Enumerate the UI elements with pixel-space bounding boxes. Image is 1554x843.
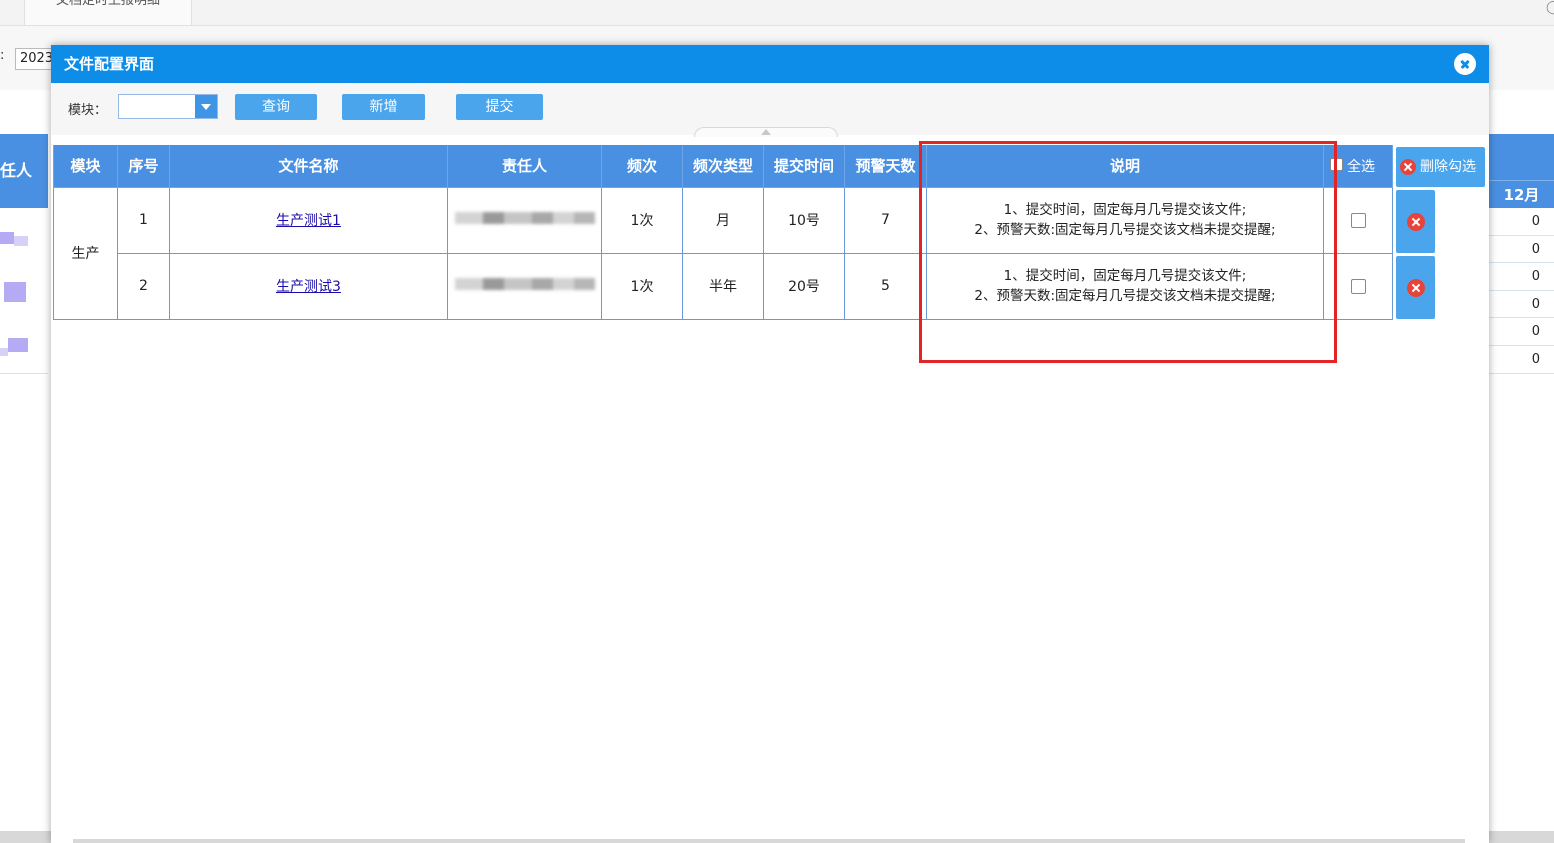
- file-name-link[interactable]: 生产测试1: [276, 213, 341, 229]
- frequency-type-cell: 月: [682, 186, 764, 254]
- delete-selected-button[interactable]: 删除勾选: [1396, 147, 1485, 187]
- row-delete-button[interactable]: [1396, 190, 1435, 253]
- blurred-cell: [14, 236, 28, 246]
- month-value: 0: [1489, 208, 1554, 236]
- column-header-frequency: 频次: [601, 145, 683, 188]
- file-name-cell: 生产测试3: [169, 252, 448, 320]
- dialog-title-bar: 文件配置界面: [51, 45, 1489, 83]
- month-header-december: 12月: [1489, 180, 1554, 208]
- table-row: 生产 1 生产测试1 1次 月 10号 7 1、提交时间，固定每月几号提交该文件…: [53, 186, 1393, 320]
- add-button[interactable]: 新增: [342, 94, 425, 120]
- column-header-description: 说明: [926, 145, 1324, 188]
- delete-icon: [1407, 213, 1425, 231]
- background-column-header-months: 12月: [1489, 134, 1554, 208]
- frequency-cell: 1次: [601, 186, 683, 254]
- dialog-scrollbar[interactable]: [73, 839, 1465, 843]
- submit-time-cell: 10号: [763, 186, 845, 254]
- blurred-cell: [0, 348, 8, 356]
- description-line: 1、提交时间，固定每月几号提交该文件;: [1003, 202, 1247, 218]
- description-line: 1、提交时间，固定每月几号提交该文件;: [1003, 268, 1247, 284]
- background-header-text: 任人: [0, 161, 33, 180]
- blurred-owner-name: [454, 212, 595, 224]
- query-button[interactable]: 查询: [235, 94, 317, 120]
- description-line: 2、预警天数:固定每月几号提交该文档未提交提醒;: [974, 222, 1276, 238]
- tab-document-report-detail[interactable]: 文档定时上报明细: [24, 0, 192, 26]
- close-icon[interactable]: [1454, 53, 1476, 75]
- column-header-frequency-type: 频次类型: [682, 145, 764, 188]
- row-checkbox[interactable]: [1350, 212, 1366, 228]
- row-checkbox-cell: [1323, 252, 1393, 320]
- blurred-cell: [8, 338, 28, 352]
- month-value: 0: [1489, 318, 1554, 346]
- owner-cell: [447, 252, 602, 320]
- owner-cell: [447, 186, 602, 254]
- frequency-cell: 1次: [601, 252, 683, 320]
- year-label: :: [0, 48, 5, 63]
- index-cell: 1: [117, 186, 170, 254]
- blurred-owner-name: [454, 278, 595, 290]
- blurred-cell: [0, 232, 14, 244]
- row-checkbox[interactable]: [1350, 278, 1366, 294]
- file-name-link[interactable]: 生产测试3: [276, 279, 341, 295]
- description-line: 2、预警天数:固定每月几号提交该文档未提交提醒;: [974, 288, 1276, 304]
- column-header-index: 序号: [117, 145, 170, 188]
- background-right-values: 0 0 0 0 0 0: [1489, 208, 1554, 374]
- row-checkbox-cell: [1323, 186, 1393, 254]
- submit-time-cell: 20号: [763, 252, 845, 320]
- description-cell: 1、提交时间，固定每月几号提交该文件; 2、预警天数:固定每月几号提交该文档未提…: [926, 252, 1324, 320]
- dialog-title: 文件配置界面: [64, 55, 155, 73]
- month-value: 0: [1489, 346, 1554, 374]
- column-header-module: 模块: [53, 145, 118, 188]
- file-config-table: 模块 序号 文件名称 责任人 频次 频次类型 提交时间 预警天数 说明 全选 生…: [53, 145, 1393, 320]
- file-config-dialog: 文件配置界面 模块： 查询 新增 提交 模块 序号 文件名称 责任人 频次 频次…: [51, 45, 1489, 843]
- background-column-header-owner: 任人: [0, 134, 48, 208]
- warning-days-cell: 7: [844, 186, 927, 254]
- module-label: 模块：: [68, 103, 108, 118]
- month-value: 0: [1489, 291, 1554, 319]
- blurred-cell: [4, 282, 26, 302]
- file-name-cell: 生产测试1: [169, 186, 448, 254]
- warning-days-cell: 5: [844, 252, 927, 320]
- background-left-rows: [0, 208, 48, 374]
- delete-icon: [1407, 279, 1425, 297]
- frequency-type-cell: 半年: [682, 252, 764, 320]
- submit-button[interactable]: 提交: [456, 94, 543, 120]
- column-header-warning-days: 预警天数: [844, 145, 927, 188]
- select-all-header[interactable]: 全选: [1323, 145, 1393, 188]
- column-header-file-name: 文件名称: [169, 145, 448, 188]
- table-header-row: 模块 序号 文件名称 责任人 频次 频次类型 提交时间 预警天数 说明 全选: [53, 145, 1393, 188]
- index-cell: 2: [117, 252, 170, 320]
- column-header-submit-time: 提交时间: [763, 145, 845, 188]
- collapse-toolbar-handle[interactable]: [694, 127, 838, 137]
- column-header-owner: 责任人: [447, 145, 602, 188]
- background-tab-bar: 文档定时上报明细 ◯: [0, 0, 1554, 26]
- module-select[interactable]: [118, 94, 218, 119]
- delete-selected-label: 删除勾选: [1420, 159, 1476, 175]
- description-cell: 1、提交时间，固定每月几号提交该文件; 2、预警天数:固定每月几号提交该文档未提…: [926, 186, 1324, 254]
- row-delete-button[interactable]: [1396, 256, 1435, 319]
- table-row: 2 生产测试3 1次 半年 20号 5 1、提交时间，固定每月几号提交该文件; …: [54, 252, 1393, 320]
- module-cell: 生产: [53, 186, 118, 320]
- tabbar-corner-icon: ◯: [1546, 0, 1554, 15]
- select-all-label: 全选: [1347, 158, 1375, 175]
- month-value: 0: [1489, 263, 1554, 291]
- delete-icon: [1400, 159, 1416, 175]
- month-value: 0: [1489, 236, 1554, 264]
- chevron-down-icon[interactable]: [195, 95, 217, 118]
- select-all-checkbox[interactable]: [1330, 158, 1343, 172]
